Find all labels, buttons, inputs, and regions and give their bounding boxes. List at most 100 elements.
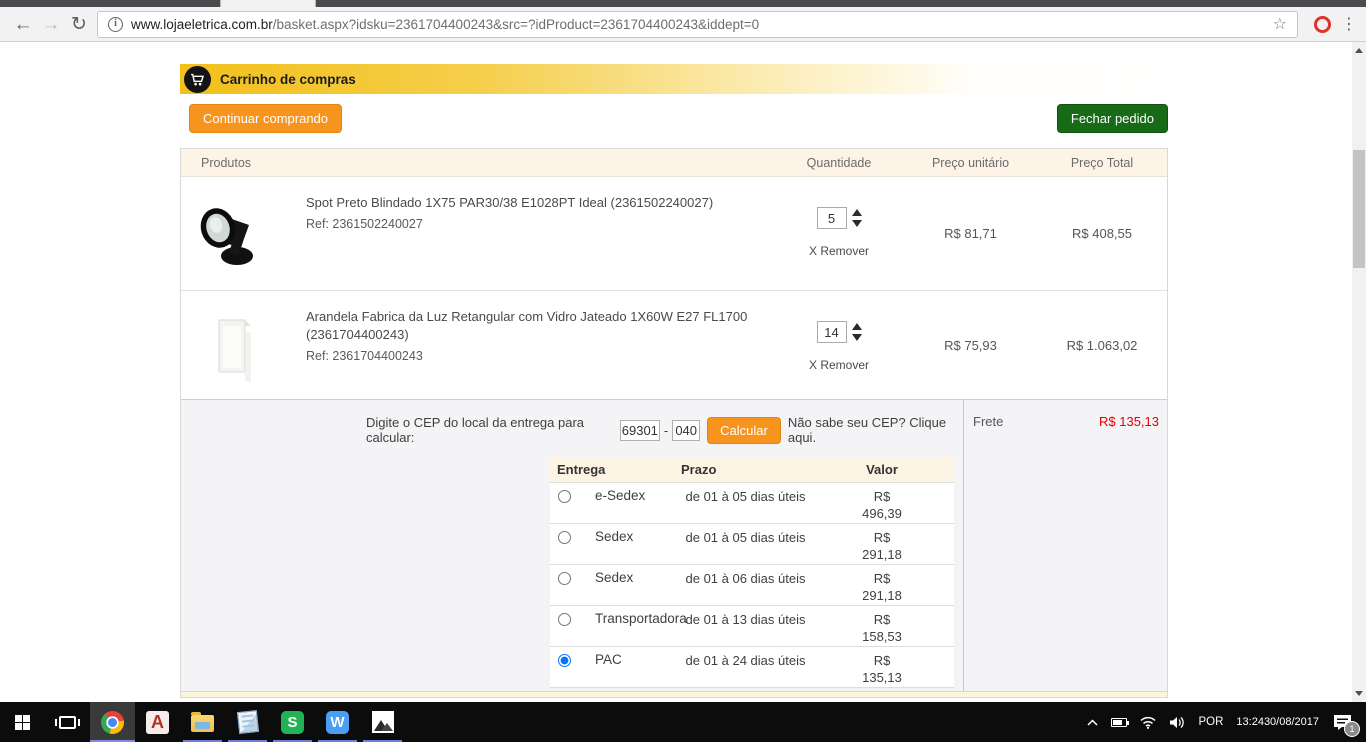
cart-icon xyxy=(184,66,211,93)
page-scrollbar[interactable] xyxy=(1352,42,1366,702)
taskbar-chrome[interactable] xyxy=(90,702,135,742)
shipping-price: R$ 135,13 xyxy=(857,652,907,687)
total-price: R$ 1.063,02 xyxy=(1037,291,1167,399)
col-price: Valor xyxy=(810,462,954,477)
system-tray: POR 13:24 30/08/2017 1 xyxy=(1074,714,1366,731)
windows-taskbar: A S W xyxy=(0,702,1366,742)
cart-actions: Continuar comprando Fechar pedido xyxy=(180,104,1168,132)
freight-value: R$ 135,13 xyxy=(1099,414,1159,429)
carrier-name: Sedex xyxy=(595,529,633,544)
scroll-down-icon[interactable] xyxy=(1355,691,1363,696)
col-time: Prazo xyxy=(681,462,810,477)
quantity-up-icon[interactable] xyxy=(852,323,862,330)
chrome-icon xyxy=(101,711,124,734)
col-total-price: Preço Total xyxy=(1037,156,1167,170)
product-title[interactable]: Spot Preto Blindado 1X75 PAR30/38 E1028P… xyxy=(306,194,774,212)
shipping-radio[interactable] xyxy=(558,654,571,667)
browser-toolbar: ← → ↻ i www.lojaeletrica.com.br/basket.a… xyxy=(0,7,1366,42)
task-view-button[interactable] xyxy=(45,702,90,742)
cep-input-2[interactable] xyxy=(672,420,700,441)
unit-price: R$ 81,71 xyxy=(904,177,1037,290)
cart-banner: Carrinho de compras xyxy=(180,64,1168,94)
shipping-radio[interactable] xyxy=(558,490,571,503)
shipping-radio[interactable] xyxy=(558,531,571,544)
quantity-down-icon[interactable] xyxy=(852,334,862,341)
clock-date: 30/08/2017 xyxy=(1264,716,1319,729)
url-host[interactable]: www.lojaeletrica.com.br xyxy=(131,17,273,32)
remove-item-link[interactable]: X Remover xyxy=(809,358,869,372)
product-image-arandela xyxy=(181,291,306,399)
cep-help-link[interactable]: Não sabe seu CEP? Clique aqui. xyxy=(788,415,963,445)
reload-icon[interactable]: ↻ xyxy=(65,15,93,34)
cep-row: Digite o CEP do local da entrega para ca… xyxy=(181,415,963,445)
shipping-radio[interactable] xyxy=(558,572,571,585)
col-quantity: Quantidade xyxy=(774,156,904,170)
scrollbar-thumb[interactable] xyxy=(1353,150,1365,268)
table-row: Arandela Fabrica da Luz Retangular com V… xyxy=(181,290,1167,399)
calculate-button[interactable]: Calcular xyxy=(707,417,781,444)
delivery-time: de 01 à 05 dias úteis xyxy=(681,488,810,523)
url-path[interactable]: /basket.aspx?idsku=2361704400243&src=?id… xyxy=(273,17,759,32)
wps-spreadsheets-icon: S xyxy=(281,711,304,734)
page-viewport: Carrinho de compras Continuar comprando … xyxy=(0,42,1366,702)
table-row: Spot Preto Blindado 1X75 PAR30/38 E1028P… xyxy=(181,177,1167,290)
shipping-table-header: Entrega Prazo Valor xyxy=(550,457,954,482)
product-ref: Ref: 2361502240027 xyxy=(306,215,774,233)
address-bar[interactable]: i www.lojaeletrica.com.br/basket.aspx?id… xyxy=(97,11,1298,38)
delivery-time: de 01 à 13 dias úteis xyxy=(681,611,810,646)
continue-shopping-button[interactable]: Continuar comprando xyxy=(189,104,342,133)
start-button[interactable] xyxy=(0,702,45,742)
product-image-spot xyxy=(181,177,306,290)
taskbar-notepad[interactable] xyxy=(225,702,270,742)
shipping-radio[interactable] xyxy=(558,613,571,626)
quantity-stepper[interactable] xyxy=(852,323,862,341)
checkout-button[interactable]: Fechar pedido xyxy=(1057,104,1168,133)
cart-page-content: Carrinho de compras Continuar comprando … xyxy=(180,42,1168,698)
back-icon[interactable]: ← xyxy=(9,15,37,34)
active-tab[interactable] xyxy=(220,0,316,7)
tray-chevron-icon[interactable] xyxy=(1087,719,1098,726)
scroll-up-icon[interactable] xyxy=(1355,48,1363,53)
cart-table: Produtos Quantidade Preço unitário Preço… xyxy=(180,148,1168,698)
quantity-stepper[interactable] xyxy=(852,209,862,227)
taskbar-file-explorer[interactable] xyxy=(180,702,225,742)
taskbar-wps-spreadsheets[interactable]: S xyxy=(270,702,315,742)
photos-icon xyxy=(372,711,394,733)
wifi-icon[interactable] xyxy=(1140,716,1156,729)
shipping-option-row: Sedex de 01 à 06 dias úteis R$ 291,18 xyxy=(550,564,954,605)
clock[interactable]: 13:24 30/08/2017 xyxy=(1236,716,1319,729)
taskbar-autocad[interactable]: A xyxy=(135,702,180,742)
shipping-option-row: e-Sedex de 01 à 05 dias úteis R$ 496,39 xyxy=(550,482,954,523)
product-title[interactable]: Arandela Fabrica da Luz Retangular com V… xyxy=(306,308,774,344)
product-info: Spot Preto Blindado 1X75 PAR30/38 E1028P… xyxy=(306,177,774,290)
shipping-section: Digite o CEP do local da entrega para ca… xyxy=(181,399,1167,691)
action-center-button[interactable]: 1 xyxy=(1333,714,1352,731)
clock-time: 13:24 xyxy=(1236,716,1264,729)
quantity-up-icon[interactable] xyxy=(852,209,862,216)
taskbar-photos[interactable] xyxy=(360,702,405,742)
language-indicator[interactable]: POR xyxy=(1198,716,1223,728)
delivery-time: de 01 à 06 dias úteis xyxy=(681,570,810,605)
cep-input-1[interactable] xyxy=(620,420,660,441)
delivery-time: de 01 à 05 dias úteis xyxy=(681,529,810,564)
freight-label: Frete xyxy=(973,414,1003,429)
quantity-input[interactable] xyxy=(817,207,847,229)
browser-menu-icon[interactable]: ⋮ xyxy=(1341,14,1357,34)
page-info-icon[interactable]: i xyxy=(108,17,123,32)
quantity-cell: X Remover xyxy=(774,291,904,399)
carrier-name: Transportadora xyxy=(595,611,687,626)
volume-icon[interactable] xyxy=(1169,716,1185,729)
remove-item-link[interactable]: X Remover xyxy=(809,244,869,258)
extension-icon[interactable] xyxy=(1314,16,1331,33)
taskbar-wps-writer[interactable]: W xyxy=(315,702,360,742)
autocad-icon: A xyxy=(146,711,169,734)
forward-icon[interactable]: → xyxy=(37,15,65,34)
windows-logo-icon xyxy=(15,715,30,730)
shipping-option-row: PAC de 01 à 24 dias úteis R$ 135,13 xyxy=(550,646,954,687)
quantity-input[interactable] xyxy=(817,321,847,343)
bookmark-star-icon[interactable]: ☆ xyxy=(1273,14,1287,34)
total-price: R$ 408,55 xyxy=(1037,177,1167,290)
task-view-icon xyxy=(59,716,76,729)
battery-icon[interactable] xyxy=(1111,718,1127,727)
quantity-down-icon[interactable] xyxy=(852,220,862,227)
